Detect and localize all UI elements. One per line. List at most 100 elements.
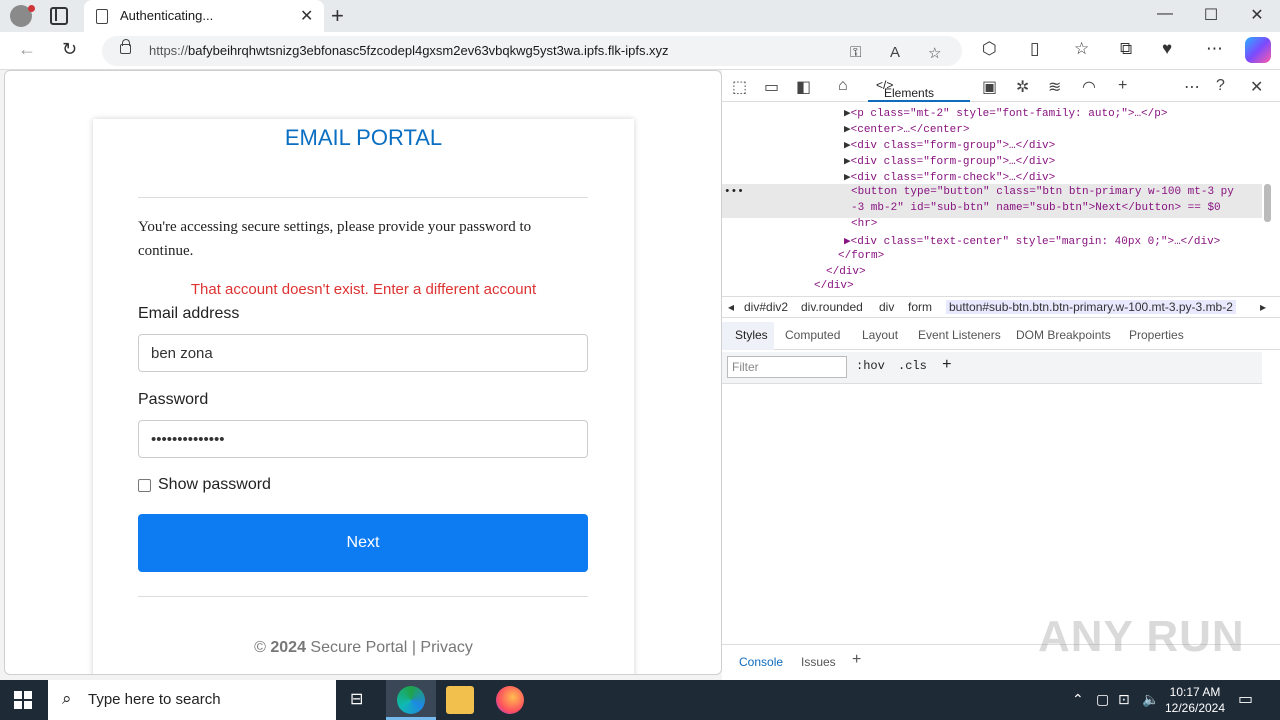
add-drawer-tab-icon[interactable]: + xyxy=(852,651,861,669)
cls-toggle[interactable]: .cls xyxy=(898,359,927,373)
dom-line[interactable]: ▶<div class="text-center" style="margin:… xyxy=(844,234,1220,248)
dom-line[interactable]: ▶<div class="form-group">…</div> xyxy=(844,138,1055,152)
next-button[interactable]: Next xyxy=(138,514,588,572)
read-aloud-icon[interactable]: A xyxy=(890,44,900,61)
privacy-link[interactable]: Privacy xyxy=(420,639,472,656)
performance-icon[interactable]: ◠ xyxy=(1082,77,1096,97)
lock-icon[interactable] xyxy=(120,39,131,54)
device-icon[interactable]: ▢ xyxy=(1096,691,1109,708)
breadcrumb-item[interactable]: div xyxy=(879,300,894,314)
dom-tree[interactable]: ▶<p class="mt-2" style="font-family: aut… xyxy=(722,104,1262,290)
clock[interactable]: 10:17 AM 12/26/2024 xyxy=(1160,684,1230,716)
network-icon[interactable]: ⊡ xyxy=(1118,691,1130,708)
dock-icon[interactable]: ◧ xyxy=(796,77,811,97)
copilot-icon[interactable] xyxy=(1245,37,1271,63)
dom-line[interactable]: </div> xyxy=(826,266,866,278)
dom-line-selected[interactable]: <button type="button" class="btn btn-pri… xyxy=(851,186,1234,198)
back-arrow-icon[interactable]: ← xyxy=(18,39,36,60)
browser-tab[interactable]: Authenticating... ✕ xyxy=(84,0,324,32)
minimize-button[interactable]: — xyxy=(1142,5,1188,23)
maximize-button[interactable]: ☐ xyxy=(1188,5,1234,25)
help-icon[interactable]: ? xyxy=(1216,77,1225,95)
favorites-icon[interactable]: ☆ xyxy=(1074,39,1089,59)
tab-actions-icon[interactable] xyxy=(50,7,68,25)
tab-close-icon[interactable]: ✕ xyxy=(300,6,313,26)
email-field[interactable]: ben zona xyxy=(138,334,588,372)
breadcrumb-right-arrow[interactable]: ▸ xyxy=(1260,300,1266,314)
dom-line[interactable]: </div> xyxy=(814,280,854,290)
file-explorer-icon[interactable] xyxy=(446,686,474,714)
collections-icon[interactable]: ⧉ xyxy=(1120,39,1132,59)
breadcrumb-item[interactable]: form xyxy=(908,300,932,314)
page-viewport: EMAIL PORTAL You're accessing secure set… xyxy=(4,70,722,675)
tab-console[interactable]: Console xyxy=(739,655,783,669)
tab-event-listeners[interactable]: Event Listeners xyxy=(918,328,1001,342)
windows-start-icon[interactable] xyxy=(14,691,32,709)
hov-toggle[interactable]: :hov xyxy=(856,359,885,373)
password-field[interactable]: •••••••••••••• xyxy=(138,420,588,458)
dom-line[interactable]: </form> xyxy=(838,250,884,262)
dom-line[interactable]: ▶<center>…</center> xyxy=(844,122,969,136)
address-bar[interactable]: https://bafybeihrqhwtsnizg3ebfonasc5fzco… xyxy=(102,36,962,66)
tab-issues[interactable]: Issues xyxy=(801,655,836,669)
tab-title: Authenticating... xyxy=(120,8,214,23)
dom-line-selected[interactable]: -3 mb-2" id="sub-btn" name="sub-btn">Nex… xyxy=(851,202,1221,214)
dom-line[interactable]: ▶<p class="mt-2" style="font-family: aut… xyxy=(844,106,1167,120)
firefox-icon[interactable] xyxy=(496,686,524,714)
key-icon[interactable]: ⚿ xyxy=(850,44,861,61)
new-tab-button[interactable]: + xyxy=(331,3,344,29)
ellipsis-marker[interactable]: ••• xyxy=(724,186,744,198)
breadcrumb-item-active[interactable]: button#sub-btn.btn.btn-primary.w-100.mt-… xyxy=(946,300,1236,314)
task-view-icon[interactable]: ⊟ xyxy=(350,689,363,709)
inspect-icon[interactable]: ⬚ xyxy=(732,77,747,97)
tab-elements[interactable]: </> Elements xyxy=(868,70,970,102)
breadcrumb-item[interactable]: div.rounded xyxy=(801,300,863,314)
filter-input[interactable]: Filter xyxy=(727,356,847,378)
show-password-label[interactable]: Show password xyxy=(158,476,271,494)
show-password-checkbox[interactable] xyxy=(138,479,151,492)
url-text[interactable]: https://bafybeihrqhwtsnizg3ebfonasc5fzco… xyxy=(149,43,669,58)
devtools-menu-icon[interactable]: ⋯ xyxy=(1184,77,1200,97)
taskbar-search[interactable]: ⌕ Type here to search xyxy=(48,680,336,720)
console-icon[interactable]: ▣ xyxy=(982,77,997,97)
breadcrumb-item[interactable]: div#div2 xyxy=(744,300,788,314)
bug-icon[interactable]: ✲ xyxy=(1016,77,1029,97)
favorite-star-icon[interactable]: ☆ xyxy=(928,44,941,62)
devtools-toolbar: ⬚ ▭ ◧ ⌂ </> Elements ▣ ✲ ≋ ◠ + ⋯ ? ✕ xyxy=(722,70,1280,102)
styles-toolbar: Filter :hov .cls + xyxy=(722,352,1262,384)
watermark: ANY RUN xyxy=(1038,612,1245,661)
performance-icon[interactable]: ♥ xyxy=(1162,39,1172,59)
search-placeholder: Type here to search xyxy=(88,691,221,708)
scrollbar[interactable] xyxy=(1264,184,1271,222)
more-menu-icon[interactable]: ⋯ xyxy=(1206,39,1223,59)
security-message: You're accessing secure settings, please… xyxy=(138,219,532,259)
breadcrumb-left-arrow[interactable]: ◂ xyxy=(728,300,734,314)
tab-styles[interactable]: Styles xyxy=(735,328,768,342)
tab-dom-breakpoints[interactable]: DOM Breakpoints xyxy=(1016,328,1111,342)
new-rule-button[interactable]: + xyxy=(942,356,952,374)
portal-heading: EMAIL PORTAL xyxy=(284,125,443,150)
dom-line[interactable]: <hr> xyxy=(851,218,877,230)
tab-computed[interactable]: Computed xyxy=(785,328,840,342)
search-icon: ⌕ xyxy=(62,689,72,708)
edge-taskbar-button[interactable] xyxy=(386,680,436,720)
notifications-icon[interactable]: ▭ xyxy=(1238,689,1253,709)
more-tools-icon[interactable]: + xyxy=(1118,77,1127,95)
extensions-icon[interactable]: ⬡ xyxy=(982,39,997,59)
network-icon[interactable]: ≋ xyxy=(1048,77,1061,97)
devtools-close-icon[interactable]: ✕ xyxy=(1250,77,1263,97)
home-icon[interactable]: ⌂ xyxy=(838,77,848,95)
dom-line[interactable]: ▶<div class="form-group">…</div> xyxy=(844,154,1055,168)
edge-icon xyxy=(397,686,425,714)
volume-icon[interactable]: 🔈 xyxy=(1142,691,1159,708)
tab-properties[interactable]: Properties xyxy=(1129,328,1184,342)
close-window-button[interactable]: ✕ xyxy=(1234,5,1280,25)
breadcrumb: ◂ div#div2 div.rounded div form button#s… xyxy=(722,296,1280,318)
tab-layout[interactable]: Layout xyxy=(862,328,898,342)
tab-strip: Authenticating... ✕ + — ☐ ✕ xyxy=(0,0,1280,32)
device-toggle-icon[interactable]: ▭ xyxy=(764,77,779,97)
split-screen-icon[interactable]: ▯ xyxy=(1030,39,1039,59)
refresh-icon[interactable]: ↻ xyxy=(62,39,77,60)
chevron-up-icon[interactable]: ⌃ xyxy=(1072,691,1084,708)
dom-line[interactable]: ▶<div class="form-check">…</div> xyxy=(844,170,1055,184)
